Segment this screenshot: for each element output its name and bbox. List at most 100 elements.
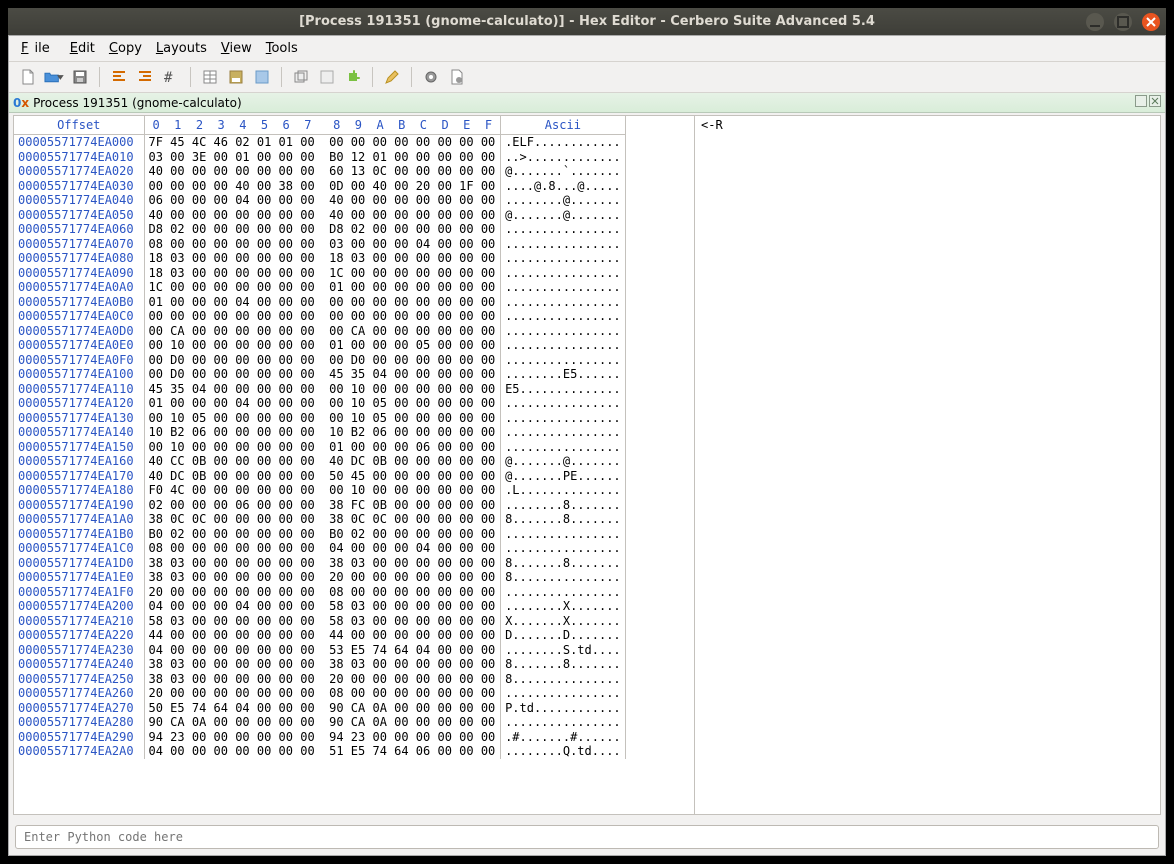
bytes-cell[interactable]: 40 00 00 00 00 00 00 00 40 00 00 00 00 0… bbox=[144, 208, 501, 223]
ascii-cell[interactable]: 8.......8....... bbox=[501, 657, 626, 672]
gear-icon[interactable] bbox=[420, 66, 442, 88]
bytes-cell[interactable]: 04 00 00 00 00 00 00 00 53 E5 74 64 04 0… bbox=[144, 643, 501, 658]
hex-row[interactable]: 00005571774EA01003 00 3E 00 01 00 00 00 … bbox=[14, 150, 625, 165]
ascii-cell[interactable]: ................ bbox=[501, 353, 626, 368]
bytes-cell[interactable]: 45 35 04 00 00 00 00 00 00 10 00 00 00 0… bbox=[144, 382, 501, 397]
menu-file[interactable]: File bbox=[15, 39, 62, 58]
new-file-icon[interactable] bbox=[17, 66, 39, 88]
bytes-cell[interactable]: 00 CA 00 00 00 00 00 00 00 CA 00 00 00 0… bbox=[144, 324, 501, 339]
ascii-cell[interactable]: ..>............. bbox=[501, 150, 626, 165]
hex-row[interactable]: 00005571774EA07008 00 00 00 00 00 00 00 … bbox=[14, 237, 625, 252]
hex-row[interactable]: 00005571774EA28090 CA 0A 00 00 00 00 00 … bbox=[14, 715, 625, 730]
ascii-cell[interactable]: 8............... bbox=[501, 570, 626, 585]
window-restore-icon[interactable] bbox=[290, 66, 312, 88]
ascii-cell[interactable]: ................ bbox=[501, 686, 626, 701]
bytes-cell[interactable]: 7F 45 4C 46 02 01 01 00 00 00 00 00 00 0… bbox=[144, 135, 501, 150]
save-icon[interactable] bbox=[69, 66, 91, 88]
bytes-cell[interactable]: 02 00 00 00 06 00 00 00 38 FC 0B 00 00 0… bbox=[144, 498, 501, 513]
hex-row[interactable]: 00005571774EA22044 00 00 00 00 00 00 00 … bbox=[14, 628, 625, 643]
hex-row[interactable]: 00005571774EA1A038 0C 0C 00 00 00 00 00 … bbox=[14, 512, 625, 527]
hex-row[interactable]: 00005571774EA11045 35 04 00 00 00 00 00 … bbox=[14, 382, 625, 397]
format-left-icon[interactable] bbox=[108, 66, 130, 88]
hex-row[interactable]: 00005571774EA12001 00 00 00 04 00 00 00 … bbox=[14, 396, 625, 411]
hex-row[interactable]: 00005571774EA02040 00 00 00 00 00 00 00 … bbox=[14, 164, 625, 179]
python-input[interactable] bbox=[15, 825, 1159, 849]
bytes-cell[interactable]: F0 4C 00 00 00 00 00 00 00 10 00 00 00 0… bbox=[144, 483, 501, 498]
bytes-cell[interactable]: 00 10 05 00 00 00 00 00 00 10 05 00 00 0… bbox=[144, 411, 501, 426]
bytes-cell[interactable]: 40 00 00 00 00 00 00 00 60 13 0C 00 00 0… bbox=[144, 164, 501, 179]
hex-row[interactable]: 00005571774EA14010 B2 06 00 00 00 00 00 … bbox=[14, 425, 625, 440]
ascii-cell[interactable]: ........X....... bbox=[501, 599, 626, 614]
ascii-cell[interactable]: @.......PE...... bbox=[501, 469, 626, 484]
ascii-cell[interactable]: ........8....... bbox=[501, 498, 626, 513]
bytes-cell[interactable]: 1C 00 00 00 00 00 00 00 01 00 00 00 00 0… bbox=[144, 280, 501, 295]
hex-row[interactable]: 00005571774EA26020 00 00 00 00 00 00 00 … bbox=[14, 686, 625, 701]
bytes-cell[interactable]: B0 02 00 00 00 00 00 00 B0 02 00 00 00 0… bbox=[144, 527, 501, 542]
bytes-cell[interactable]: 20 00 00 00 00 00 00 00 08 00 00 00 00 0… bbox=[144, 585, 501, 600]
hex-row[interactable]: 00005571774EA1D038 03 00 00 00 00 00 00 … bbox=[14, 556, 625, 571]
ascii-cell[interactable]: @.......@....... bbox=[501, 208, 626, 223]
ascii-cell[interactable]: ........@....... bbox=[501, 193, 626, 208]
format-right-icon[interactable] bbox=[134, 66, 156, 88]
hex-row[interactable]: 00005571774EA16040 CC 0B 00 00 00 00 00 … bbox=[14, 454, 625, 469]
hex-row[interactable]: 00005571774EA2A004 00 00 00 00 00 00 00 … bbox=[14, 744, 625, 759]
hex-row[interactable]: 00005571774EA27050 E5 74 64 04 00 00 00 … bbox=[14, 701, 625, 716]
hex-row[interactable]: 00005571774EA1E038 03 00 00 00 00 00 00 … bbox=[14, 570, 625, 585]
ascii-cell[interactable]: ................ bbox=[501, 309, 626, 324]
hex-row[interactable]: 00005571774EA09018 03 00 00 00 00 00 00 … bbox=[14, 266, 625, 281]
hex-row[interactable]: 00005571774EA20004 00 00 00 04 00 00 00 … bbox=[14, 599, 625, 614]
bytes-cell[interactable]: 10 B2 06 00 00 00 00 00 10 B2 06 00 00 0… bbox=[144, 425, 501, 440]
bytes-cell[interactable]: 20 00 00 00 00 00 00 00 08 00 00 00 00 0… bbox=[144, 686, 501, 701]
bytes-cell[interactable]: 04 00 00 00 04 00 00 00 58 03 00 00 00 0… bbox=[144, 599, 501, 614]
ascii-cell[interactable]: ................ bbox=[501, 237, 626, 252]
ascii-cell[interactable]: ................ bbox=[501, 585, 626, 600]
ascii-cell[interactable]: ................ bbox=[501, 222, 626, 237]
hex-row[interactable]: 00005571774EA0D000 CA 00 00 00 00 00 00 … bbox=[14, 324, 625, 339]
window-blank-icon[interactable] bbox=[316, 66, 338, 88]
hex-row[interactable]: 00005571774EA17040 DC 0B 00 00 00 00 00 … bbox=[14, 469, 625, 484]
ascii-cell[interactable]: 8.......8....... bbox=[501, 556, 626, 571]
ascii-cell[interactable]: .L.............. bbox=[501, 483, 626, 498]
bytes-cell[interactable]: 18 03 00 00 00 00 00 00 18 03 00 00 00 0… bbox=[144, 251, 501, 266]
bytes-cell[interactable]: 08 00 00 00 00 00 00 00 03 00 00 00 04 0… bbox=[144, 237, 501, 252]
hex-row[interactable]: 00005571774EA04006 00 00 00 04 00 00 00 … bbox=[14, 193, 625, 208]
bytes-cell[interactable]: 00 00 00 00 40 00 38 00 0D 00 40 00 20 0… bbox=[144, 179, 501, 194]
hex-row[interactable]: 00005571774EA19002 00 00 00 06 00 00 00 … bbox=[14, 498, 625, 513]
bytes-cell[interactable]: 58 03 00 00 00 00 00 00 58 03 00 00 00 0… bbox=[144, 614, 501, 629]
hash-icon[interactable]: # bbox=[160, 66, 182, 88]
hex-row[interactable]: 00005571774EA1F020 00 00 00 00 00 00 00 … bbox=[14, 585, 625, 600]
ascii-cell[interactable]: ................ bbox=[501, 527, 626, 542]
window-maximize-button[interactable] bbox=[1114, 13, 1132, 31]
bytes-cell[interactable]: 38 03 00 00 00 00 00 00 20 00 00 00 00 0… bbox=[144, 570, 501, 585]
puzzle-icon[interactable] bbox=[342, 66, 364, 88]
hex-row[interactable]: 00005571774EA24038 03 00 00 00 00 00 00 … bbox=[14, 657, 625, 672]
menu-edit[interactable]: Edit bbox=[64, 39, 101, 58]
menu-view[interactable]: View bbox=[215, 39, 258, 58]
bytes-cell[interactable]: 38 03 00 00 00 00 00 00 20 00 00 00 00 0… bbox=[144, 672, 501, 687]
hex-row[interactable]: 00005571774EA0B001 00 00 00 04 00 00 00 … bbox=[14, 295, 625, 310]
tab-restore-icon[interactable] bbox=[1135, 95, 1147, 107]
bytes-cell[interactable]: 00 D0 00 00 00 00 00 00 45 35 04 00 00 0… bbox=[144, 367, 501, 382]
disk-icon[interactable] bbox=[225, 66, 247, 88]
hex-row[interactable]: 00005571774EA25038 03 00 00 00 00 00 00 … bbox=[14, 672, 625, 687]
ascii-cell[interactable]: 8.......8....... bbox=[501, 512, 626, 527]
hex-row[interactable]: 00005571774EA0007F 45 4C 46 02 01 01 00 … bbox=[14, 135, 625, 150]
ascii-cell[interactable]: ................ bbox=[501, 396, 626, 411]
hex-row[interactable]: 00005571774EA21058 03 00 00 00 00 00 00 … bbox=[14, 614, 625, 629]
ascii-cell[interactable]: E5.............. bbox=[501, 382, 626, 397]
ascii-cell[interactable]: ................ bbox=[501, 251, 626, 266]
window-close-button[interactable] bbox=[1142, 13, 1160, 31]
hex-row[interactable]: 00005571774EA03000 00 00 00 40 00 38 00 … bbox=[14, 179, 625, 194]
ascii-cell[interactable]: @.......`....... bbox=[501, 164, 626, 179]
bytes-cell[interactable]: 40 DC 0B 00 00 00 00 00 50 45 00 00 00 0… bbox=[144, 469, 501, 484]
tab-close-icon[interactable] bbox=[1149, 95, 1161, 107]
hex-row[interactable]: 00005571774EA0E000 10 00 00 00 00 00 00 … bbox=[14, 338, 625, 353]
bytes-cell[interactable]: 00 10 00 00 00 00 00 00 01 00 00 00 06 0… bbox=[144, 440, 501, 455]
ascii-cell[interactable]: 8............... bbox=[501, 672, 626, 687]
panel-icon[interactable] bbox=[251, 66, 273, 88]
bytes-cell[interactable]: 90 CA 0A 00 00 00 00 00 90 CA 0A 00 00 0… bbox=[144, 715, 501, 730]
hex-row[interactable]: 00005571774EA29094 23 00 00 00 00 00 00 … bbox=[14, 730, 625, 745]
ascii-cell[interactable]: ................ bbox=[501, 425, 626, 440]
ascii-cell[interactable]: ........Q.td.... bbox=[501, 744, 626, 759]
window-minimize-button[interactable] bbox=[1086, 13, 1104, 31]
